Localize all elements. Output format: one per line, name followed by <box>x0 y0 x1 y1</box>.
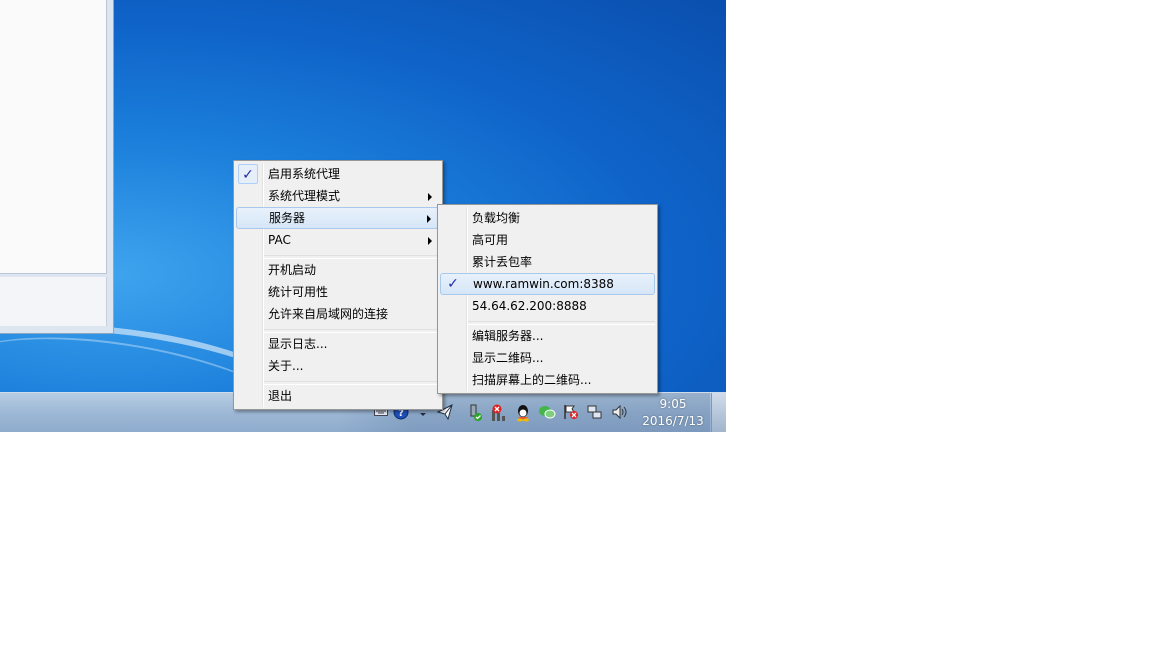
menu-item-availability-statistics[interactable]: 统计可用性 <box>236 281 440 303</box>
menu-item-label: 启用系统代理 <box>268 167 341 181</box>
menu-item-label: 允许来自局域网的连接 <box>268 307 389 321</box>
clock-date: 2016/7/13 <box>642 414 704 428</box>
submenu-arrow-icon <box>428 237 432 245</box>
menu-item-show-qrcode[interactable]: 显示二维码... <box>440 347 655 369</box>
menu-item-servers[interactable]: 服务器 <box>236 207 440 229</box>
network-icon[interactable] <box>586 404 604 422</box>
usb-safely-remove-icon[interactable] <box>466 404 484 422</box>
menu-item-server-ip[interactable]: 54.64.62.200:8888 <box>440 295 655 317</box>
app-window-footer <box>0 277 107 326</box>
menu-item-label: 统计可用性 <box>268 285 329 299</box>
menu-item-label: 累计丢包率 <box>472 255 533 269</box>
menu-item-label: 服务器 <box>269 211 306 225</box>
menu-item-label: 54.64.62.200:8888 <box>472 299 587 313</box>
network-error-icon[interactable] <box>490 404 508 422</box>
check-icon: ✓ <box>238 164 258 184</box>
system-clock[interactable]: 9:05 2016/7/13 <box>636 396 710 430</box>
menu-item-label: PAC <box>268 233 291 247</box>
submenu-arrow-icon <box>427 215 431 223</box>
menu-item-scan-qrcode[interactable]: 扫描屏幕上的二维码... <box>440 369 655 391</box>
menu-item-pac[interactable]: PAC <box>236 229 440 251</box>
menu-item-label: 退出 <box>268 389 293 403</box>
menu-item-label: 高可用 <box>472 233 509 247</box>
wechat-icon[interactable] <box>538 404 556 422</box>
show-desktop-button[interactable] <box>711 393 726 432</box>
menu-item-label: 负载均衡 <box>472 211 521 225</box>
menu-item-enable-system-proxy[interactable]: ✓ 启用系统代理 <box>236 163 440 185</box>
app-window[interactable] <box>0 0 114 334</box>
action-center-flag-icon[interactable] <box>562 404 580 422</box>
menu-item-about[interactable]: 关于... <box>236 355 440 377</box>
menu-item-show-logs[interactable]: 显示日志... <box>236 333 440 355</box>
check-icon: ✓ <box>447 276 459 292</box>
menu-item-system-proxy-mode[interactable]: 系统代理模式 <box>236 185 440 207</box>
menu-item-start-on-boot[interactable]: 开机启动 <box>236 259 440 281</box>
menu-item-quit[interactable]: 退出 <box>236 385 440 407</box>
menu-item-label: 扫描屏幕上的二维码... <box>472 373 592 387</box>
menu-item-allow-lan[interactable]: 允许来自局域网的连接 <box>236 303 440 325</box>
menu-item-label: 显示二维码... <box>472 351 544 365</box>
menu-item-server-ramwin[interactable]: ✓ www.ramwin.com:8388 <box>440 273 655 295</box>
menu-item-label: 显示日志... <box>268 337 328 351</box>
qq-icon[interactable] <box>514 404 532 422</box>
menu-item-label: 系统代理模式 <box>268 189 341 203</box>
menu-item-label: 开机启动 <box>268 263 317 277</box>
submenu-arrow-icon <box>428 193 432 201</box>
app-window-content[interactable] <box>0 0 107 274</box>
menu-item-cumulative-packet-loss[interactable]: 累计丢包率 <box>440 251 655 273</box>
menu-item-label: 关于... <box>268 359 304 373</box>
menu-item-load-balance[interactable]: 负载均衡 <box>440 207 655 229</box>
menu-item-edit-servers[interactable]: 编辑服务器... <box>440 325 655 347</box>
menu-item-high-availability[interactable]: 高可用 <box>440 229 655 251</box>
menu-item-label: 编辑服务器... <box>472 329 544 343</box>
servers-submenu: 负载均衡 高可用 累计丢包率 ✓ www.ramwin.com:8388 54.… <box>437 204 658 394</box>
menu-item-label: www.ramwin.com:8388 <box>473 277 614 291</box>
tray-context-menu: ✓ 启用系统代理 系统代理模式 服务器 PAC 开机启动 统计可用性 允许来自局… <box>233 160 443 410</box>
volume-icon[interactable] <box>610 404 628 422</box>
clock-time: 9:05 <box>659 397 687 411</box>
